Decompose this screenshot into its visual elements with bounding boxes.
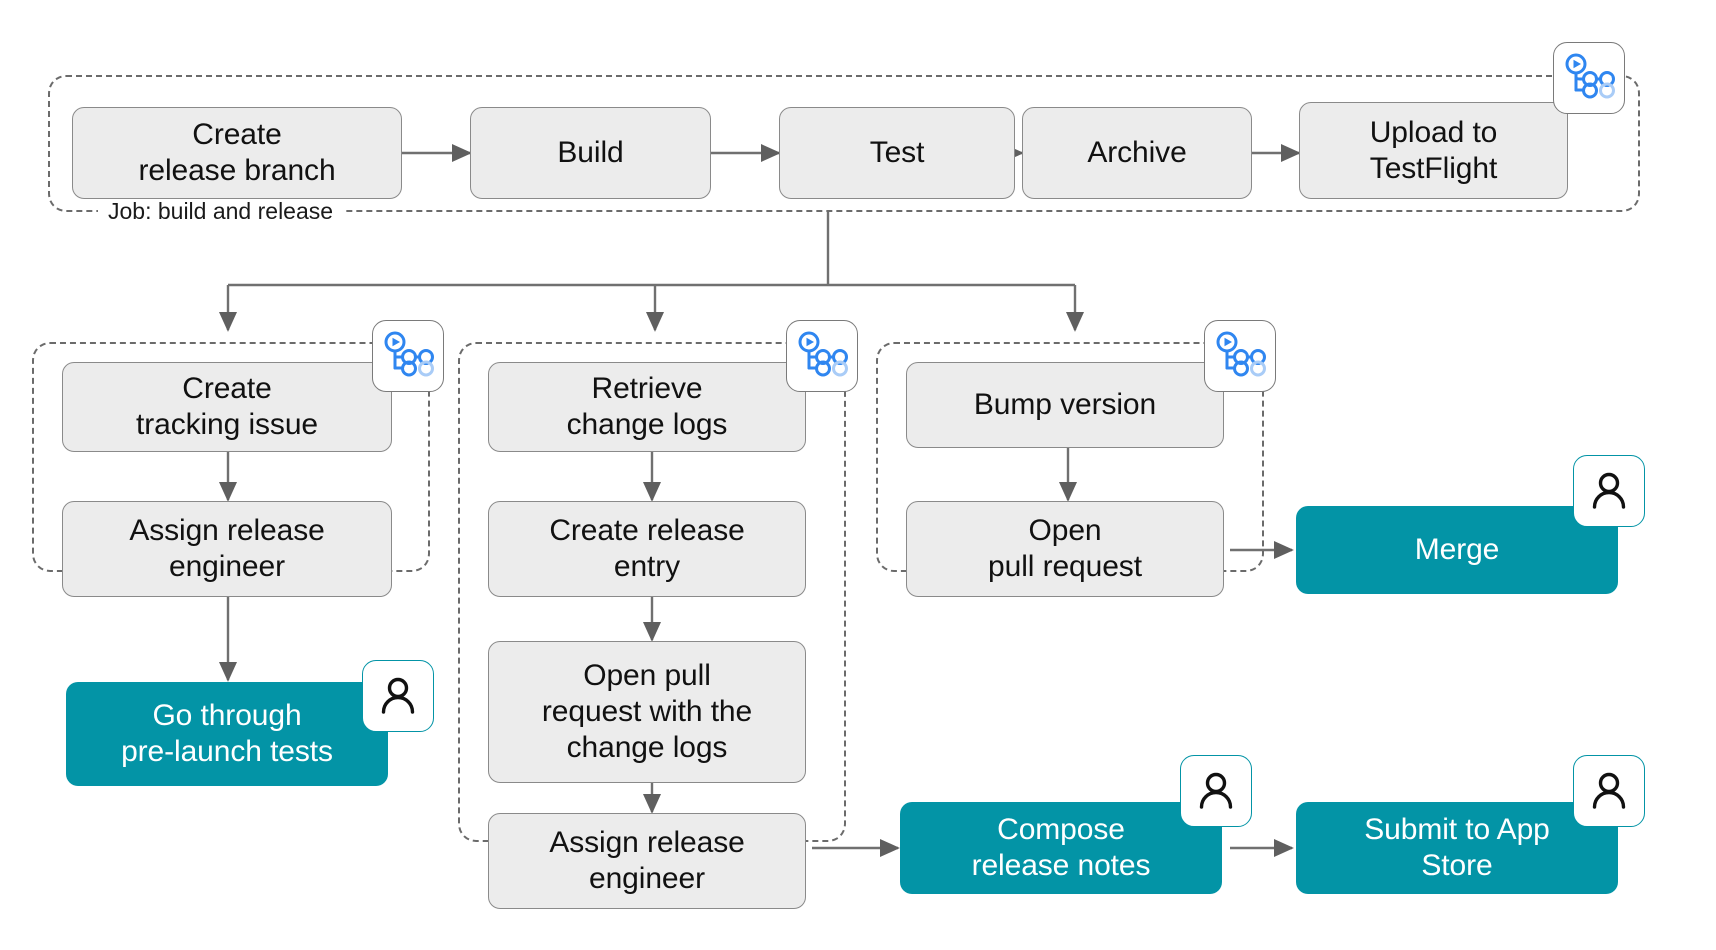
ci-pipeline-badge-bump-version[interactable] xyxy=(1204,320,1276,392)
ci-pipeline-badge-release-notes[interactable] xyxy=(786,320,858,392)
node-line-2: pre-launch tests xyxy=(121,735,333,768)
person-badge-pre-launch-tests[interactable] xyxy=(362,660,434,732)
node-label: Upload to TestFlight xyxy=(1350,115,1518,187)
node-label: Create tracking issue xyxy=(116,371,338,443)
node-upload-to-testflight[interactable]: Upload to TestFlight xyxy=(1299,102,1568,199)
node-line-1: Open pull xyxy=(583,659,711,692)
node-bump-version[interactable]: Bump version xyxy=(906,362,1224,448)
person-badge-merge[interactable] xyxy=(1573,455,1645,527)
node-line-2: change logs xyxy=(566,408,728,441)
node-line-1: Go through xyxy=(152,699,302,732)
node-line-1: Submit to App xyxy=(1364,813,1550,846)
ci-pipeline-badge-build-and-release[interactable] xyxy=(1553,42,1625,114)
node-line-1: Assign release xyxy=(549,826,745,859)
node-label: Archive xyxy=(1087,136,1187,169)
ci-pipeline-icon xyxy=(384,331,434,377)
ci-pipeline-icon xyxy=(798,331,848,377)
node-line-1: Open xyxy=(1028,514,1102,547)
node-build[interactable]: Build xyxy=(470,107,711,199)
node-line-1: Compose xyxy=(997,813,1125,846)
person-icon xyxy=(381,677,415,714)
node-create-release-branch[interactable]: Create release branch xyxy=(72,107,402,199)
node-line-2: Store xyxy=(1421,849,1493,882)
node-assign-release-engineer-notes[interactable]: Assign release engineer xyxy=(488,813,806,909)
node-line-1: Create xyxy=(192,118,282,151)
job-label-build-and-release: Job: build and release xyxy=(98,198,344,224)
node-test[interactable]: Test xyxy=(779,107,1015,199)
node-create-tracking-issue[interactable]: Create tracking issue xyxy=(62,362,392,452)
node-open-pull-request[interactable]: Open pull request xyxy=(906,501,1224,597)
person-badge-compose-release-notes[interactable] xyxy=(1180,755,1252,827)
ci-pipeline-icon xyxy=(1216,331,1266,377)
node-label: Retrieve change logs xyxy=(547,371,748,443)
node-compose-release-notes[interactable]: Compose release notes xyxy=(900,802,1222,894)
ci-pipeline-icon xyxy=(1565,53,1615,99)
node-line-2: pull request xyxy=(988,550,1142,583)
node-line-2: tracking issue xyxy=(135,408,318,441)
ci-pipeline-badge-issue-creation[interactable] xyxy=(372,320,444,392)
node-line-1: Retrieve xyxy=(591,372,703,405)
node-archive[interactable]: Archive xyxy=(1022,107,1252,199)
person-icon xyxy=(1592,472,1626,509)
node-go-through-pre-launch-tests[interactable]: Go through pre-launch tests xyxy=(66,682,388,786)
node-assign-release-engineer-issue[interactable]: Assign release engineer xyxy=(62,501,392,597)
node-label: Create release branch xyxy=(118,117,355,189)
node-open-pull-request-with-change-logs[interactable]: Open pull request with the change logs xyxy=(488,641,806,783)
node-label: Assign release engineer xyxy=(529,825,764,897)
node-label: Create release entry xyxy=(529,513,764,585)
node-line-2: release notes xyxy=(971,849,1151,882)
node-line-2: engineer xyxy=(589,862,705,895)
node-line-1: Create xyxy=(182,372,272,405)
flowchart-canvas: Job: build and release Create release br… xyxy=(0,0,1716,950)
person-icon xyxy=(1592,772,1626,809)
node-line-2: TestFlight xyxy=(1369,151,1498,185)
node-line-2: engineer xyxy=(169,550,285,583)
node-label: Assign release engineer xyxy=(109,513,344,585)
node-line-1: Assign release xyxy=(129,514,325,547)
node-label: Test xyxy=(869,136,925,169)
node-label: Submit to App Store xyxy=(1344,812,1569,884)
node-label: Bump version xyxy=(973,388,1157,421)
node-line-2: request with the xyxy=(541,695,753,728)
node-label: Build xyxy=(557,136,624,169)
node-line-1: Upload to xyxy=(1369,115,1498,149)
person-icon xyxy=(1199,772,1233,809)
node-label: Go through pre-launch tests xyxy=(101,698,353,770)
node-label: Compose release notes xyxy=(952,812,1171,884)
node-retrieve-change-logs[interactable]: Retrieve change logs xyxy=(488,362,806,452)
node-line-1: Create release xyxy=(549,514,745,547)
node-line-2: entry xyxy=(613,550,681,583)
node-label: Open pull request with the change logs xyxy=(522,658,772,766)
node-create-release-entry[interactable]: Create release entry xyxy=(488,501,806,597)
node-merge[interactable]: Merge xyxy=(1296,506,1618,594)
node-line-2: release branch xyxy=(138,154,336,187)
node-label: Merge xyxy=(1414,533,1500,566)
node-label: Open pull request xyxy=(968,513,1162,585)
node-line-3: change logs xyxy=(566,731,728,764)
person-badge-submit-to-app-store[interactable] xyxy=(1573,755,1645,827)
node-submit-to-app-store[interactable]: Submit to App Store xyxy=(1296,802,1618,894)
